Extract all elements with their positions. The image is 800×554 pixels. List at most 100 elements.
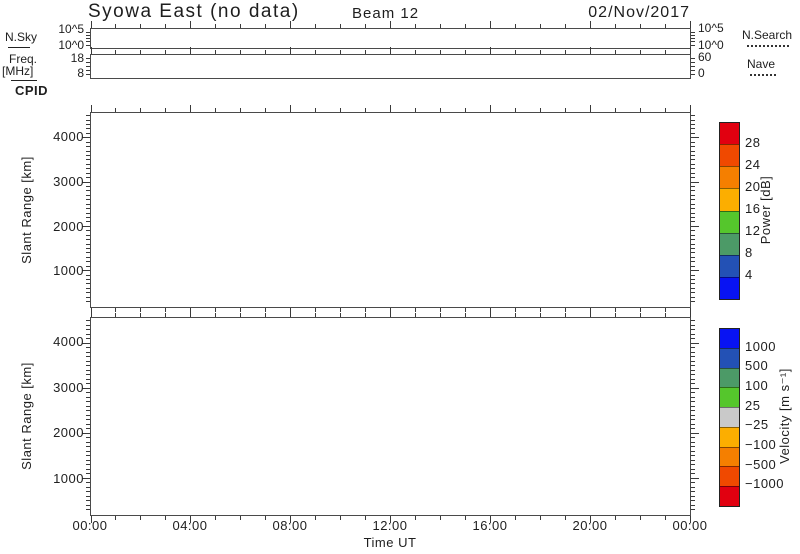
y-axis-tick [691, 360, 695, 362]
y-axis-tick [86, 292, 90, 294]
x-axis-tick [589, 105, 591, 112]
x-axis-tick [215, 108, 217, 112]
velocity-panel [82, 310, 699, 523]
y-axis-tick [691, 265, 695, 267]
y-axis-tick [691, 150, 695, 152]
power-colorbar-tick-label: 12 [745, 223, 761, 238]
y-axis-tick [691, 414, 695, 416]
power-yaxis-title: Slant Range [km] [18, 156, 34, 264]
y-axis-tick [691, 270, 699, 272]
y-axis-tick [691, 212, 695, 214]
x-axis-tick [365, 313, 367, 317]
y-axis-tick [691, 217, 695, 219]
y-axis-tick [86, 177, 90, 179]
y-axis-tick [691, 296, 695, 298]
x-axis-tick [564, 516, 566, 520]
y-axis-tick [691, 292, 695, 294]
y-axis-tick [691, 279, 695, 281]
y-axis-tick [86, 491, 90, 493]
power-colorbar-tick-label: 28 [745, 135, 761, 150]
range-tick-label: 3000 [53, 379, 84, 395]
y-axis-tick [691, 450, 695, 452]
velocity-colorbar-tick-label: −25 [745, 417, 769, 433]
power-colorbar-segment [720, 144, 739, 167]
y-axis-tick [691, 482, 695, 484]
y-axis-tick [86, 163, 90, 165]
y-axis-tick [691, 190, 695, 192]
power-colorbar-segment [720, 232, 739, 255]
x-axis-tick [240, 308, 242, 312]
x-axis-tick [390, 105, 391, 112]
x-axis-tick [190, 21, 192, 28]
y-axis-tick [691, 66, 695, 68]
x-axis-tick [514, 313, 516, 317]
page-title: Syowa East (no data) [88, 1, 300, 22]
solid-line-key [11, 80, 37, 81]
y-axis-tick [86, 347, 90, 349]
x-axis-tick [140, 313, 142, 317]
y-axis-tick [86, 423, 90, 425]
power-colorbar-segment [720, 123, 739, 145]
y-axis-tick [691, 31, 695, 33]
range-tick-label: 4000 [53, 129, 84, 145]
x-axis-tick [439, 50, 441, 54]
y-axis-tick [86, 437, 90, 439]
x-axis-tick [115, 108, 117, 112]
y-axis-tick [691, 320, 695, 322]
nave-label: Nave [747, 57, 776, 71]
range-tick-label: 2000 [53, 425, 84, 441]
y-axis-tick [86, 329, 90, 331]
power-colorbar [719, 122, 740, 300]
x-axis-tick [190, 47, 192, 54]
x-axis-tick [614, 24, 616, 28]
y-axis-tick [86, 360, 90, 362]
power-colorbar-tick-label: 16 [745, 201, 761, 216]
y-axis-tick [86, 62, 90, 64]
power-colorbar-tick-label: 4 [745, 267, 753, 282]
power-colorbar-tick-label: 8 [745, 245, 753, 260]
y-axis-tick [86, 186, 90, 188]
x-axis-tick [664, 108, 666, 112]
y-axis-tick [86, 159, 90, 161]
y-axis-tick [86, 428, 90, 430]
y-axis-tick [691, 181, 699, 183]
y-axis-tick [86, 464, 90, 466]
velocity-colorbar-segment [720, 466, 739, 487]
y-axis-tick [691, 137, 699, 139]
y-axis-tick [86, 34, 90, 36]
freq-label-line2: [MHz] [2, 64, 34, 78]
y-axis-tick [691, 58, 695, 60]
x-axis-tick [614, 313, 616, 317]
x-axis-tick [365, 24, 367, 28]
y-axis-tick [691, 329, 695, 331]
y-axis-tick [86, 168, 90, 170]
y-axis-tick [691, 369, 695, 371]
y-axis-tick [691, 199, 695, 201]
y-axis-tick [691, 243, 695, 245]
x-axis-tick [365, 108, 367, 112]
x-axis-tick [390, 310, 391, 317]
y-axis-tick [86, 509, 90, 511]
y-axis-tick [691, 155, 695, 157]
x-axis-tick [165, 50, 167, 54]
x-axis-tick [514, 516, 516, 520]
y-axis-tick [86, 124, 90, 126]
velocity-yaxis-title: Slant Range [km] [18, 362, 34, 470]
power-colorbar-segment [720, 188, 739, 211]
x-axis-tick [240, 313, 242, 317]
velocity-colorbar-title: Velocity [m s⁻¹] [776, 368, 792, 464]
range-tick-label: 3000 [53, 173, 84, 189]
x-axis-tick [315, 308, 317, 312]
y-axis-tick [86, 217, 90, 219]
radar-summary-plot: Syowa East (no data) Beam 12 02/Nov/2017… [0, 0, 800, 554]
time-tick-label: 20:00 [572, 518, 608, 533]
x-axis-tick [464, 24, 466, 28]
y-axis-tick [86, 396, 90, 398]
x-axis-tick [240, 50, 242, 54]
y-axis-tick [86, 265, 90, 267]
x-axis-tick [464, 313, 466, 317]
nsearch-label: N.Search [742, 28, 793, 42]
y-axis-tick [691, 256, 695, 258]
y-axis-tick [86, 383, 90, 385]
x-axis-tick [689, 47, 691, 54]
